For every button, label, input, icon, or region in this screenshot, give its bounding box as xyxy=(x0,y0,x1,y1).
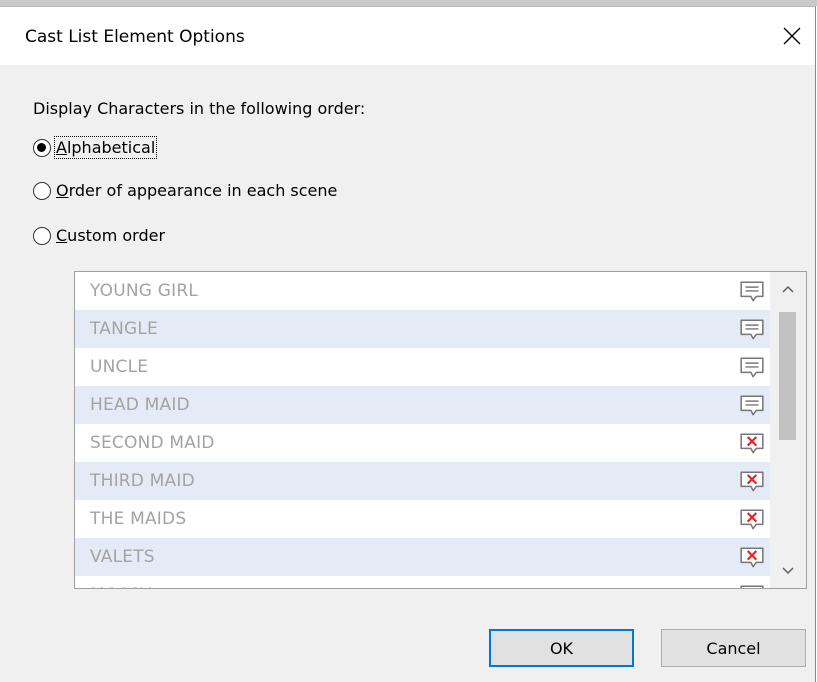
list-item[interactable]: TANGLE xyxy=(75,310,771,348)
list-item[interactable]: UNCLE xyxy=(75,348,771,386)
list-item[interactable]: THIRD MAID xyxy=(75,462,771,500)
scroll-thumb[interactable] xyxy=(779,312,796,440)
chevron-up-icon xyxy=(782,285,794,293)
radio-label-order-of-appearance: Order of appearance in each scene xyxy=(56,181,338,200)
cast-list-options-dialog: Cast List Element Options Display Charac… xyxy=(0,6,816,682)
radio-button[interactable] xyxy=(33,226,51,245)
list-item[interactable]: YOUNG GIRL xyxy=(75,272,771,310)
radio-order-of-appearance[interactable]: Order of appearance in each scene xyxy=(33,181,337,200)
scroll-up-button[interactable] xyxy=(770,272,806,306)
radio-label-alphabetical: Alphabetical xyxy=(53,136,158,159)
close-button[interactable] xyxy=(769,7,815,65)
scroll-down-button[interactable] xyxy=(770,554,806,588)
character-name: VALETS xyxy=(90,547,155,567)
speech-bubble-x-icon xyxy=(740,509,764,530)
list-item[interactable]: VALETS xyxy=(75,538,771,576)
character-name: HEAD MAID xyxy=(90,395,190,415)
list-item[interactable]: SECOND MAID xyxy=(75,424,771,462)
chevron-down-icon xyxy=(782,567,794,575)
character-order-list[interactable]: YOUNG GIRL TANGLE UNCLE HEAD MAID SECOND MAI… xyxy=(74,271,807,589)
list-item[interactable]: THE MAIDS xyxy=(75,500,771,538)
radio-button[interactable] xyxy=(33,181,51,200)
speech-bubble-icon xyxy=(740,395,764,416)
character-name: THE MAIDS xyxy=(90,509,187,529)
list-item[interactable]: MOSSY xyxy=(75,576,771,588)
character-name: THIRD MAID xyxy=(90,471,195,491)
character-name: MOSSY xyxy=(90,585,151,588)
speech-bubble-x-icon xyxy=(740,471,764,492)
speech-bubble-icon xyxy=(740,281,764,302)
list-item[interactable]: HEAD MAID xyxy=(75,386,771,424)
character-name: SECOND MAID xyxy=(90,433,215,453)
speech-bubble-icon xyxy=(740,357,764,378)
radio-label-custom-order: Custom order xyxy=(56,226,166,245)
title-bar: Cast List Element Options xyxy=(0,7,815,65)
character-name: YOUNG GIRL xyxy=(90,281,199,301)
cancel-button[interactable]: Cancel xyxy=(661,629,806,667)
radio-button[interactable] xyxy=(33,138,51,157)
close-icon xyxy=(783,27,801,45)
radio-custom-order[interactable]: Custom order xyxy=(33,226,165,245)
dialog-title: Cast List Element Options xyxy=(25,27,245,47)
character-rows: YOUNG GIRL TANGLE UNCLE HEAD MAID SECOND MAI… xyxy=(75,272,771,588)
order-prompt-label: Display Characters in the following orde… xyxy=(33,99,366,118)
ok-button[interactable]: OK xyxy=(489,629,634,667)
speech-bubble-x-icon xyxy=(740,433,764,454)
speech-bubble-icon xyxy=(740,585,764,588)
vertical-scrollbar[interactable] xyxy=(770,272,806,588)
character-name: UNCLE xyxy=(90,357,149,377)
character-name: TANGLE xyxy=(90,319,158,339)
speech-bubble-icon xyxy=(740,319,764,340)
radio-alphabetical[interactable]: Alphabetical xyxy=(33,136,158,159)
speech-bubble-x-icon xyxy=(740,547,764,568)
